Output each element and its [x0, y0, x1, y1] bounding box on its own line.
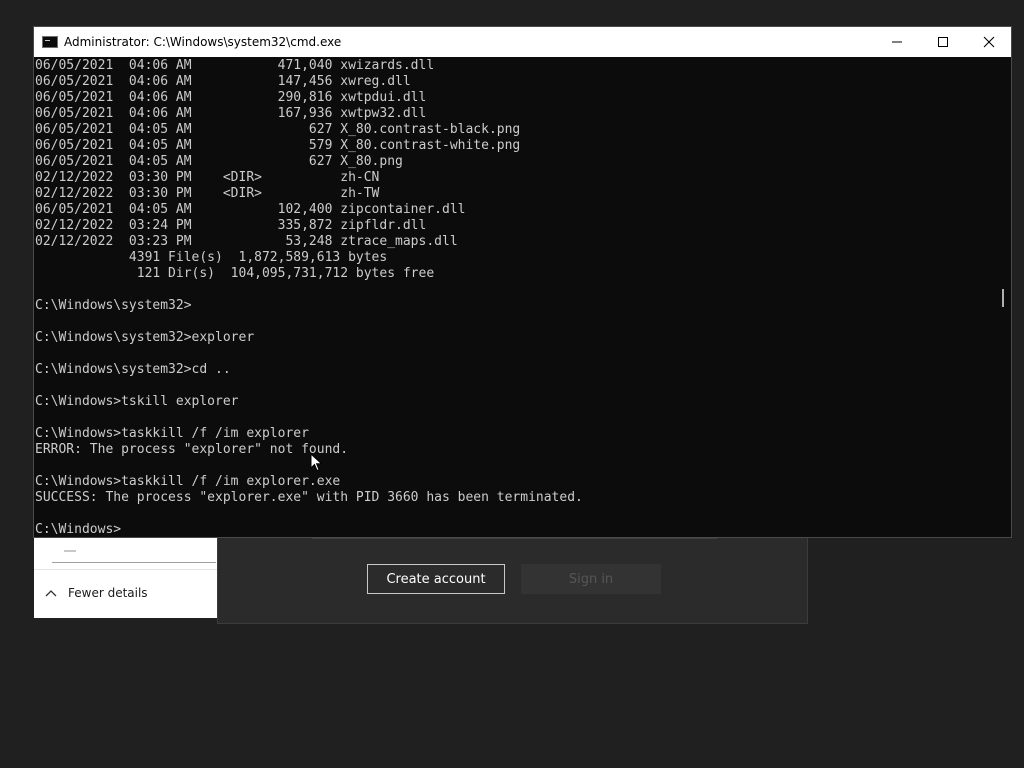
console-line: 06/05/2021 04:05 AM 627 X_80.contrast-bl…	[35, 122, 521, 137]
console-line: 06/05/2021 04:05 AM 627 X_80.png	[35, 154, 403, 169]
input-underline	[312, 538, 717, 539]
fewer-details-button[interactable]: Fewer details	[44, 586, 148, 600]
console-line: C:\Windows\system32>	[35, 298, 192, 313]
console-line: 02/12/2022 03:23 PM 53,248 ztrace_maps.d…	[35, 234, 458, 249]
console-line: 06/05/2021 04:05 AM 102,400 zipcontainer…	[35, 202, 466, 217]
maximize-icon	[938, 37, 948, 47]
console-line: C:\Windows>tskill explorer	[35, 394, 239, 409]
fewer-details-label: Fewer details	[68, 586, 148, 600]
console-line: 02/12/2022 03:24 PM 335,872 zipfldr.dll	[35, 218, 427, 233]
console-line: SUCCESS: The process "explorer.exe" with…	[35, 490, 583, 505]
title-bar[interactable]: Administrator: C:\Windows\system32\cmd.e…	[34, 27, 1011, 57]
sign-in-button[interactable]: Sign in	[521, 564, 661, 594]
console-line: 06/05/2021 04:06 AM 167,936 xwtpw32.dll	[35, 106, 427, 121]
console-line: 06/05/2021 04:06 AM 471,040 xwizards.dll	[35, 58, 435, 73]
console-line: C:\Windows>taskkill /f /im explorer	[35, 426, 309, 441]
minimize-icon	[892, 37, 902, 47]
console-line: 06/05/2021 04:06 AM 290,816 xwtpdui.dll	[35, 90, 427, 105]
horizontal-scrollbar[interactable]	[52, 562, 216, 563]
cmd-window: Administrator: C:\Windows\system32\cmd.e…	[33, 26, 1012, 538]
console-line: 06/05/2021 04:05 AM 579 X_80.contrast-wh…	[35, 138, 521, 153]
console-output[interactable]: 06/05/2021 04:06 AM 471,040 xwizards.dll…	[34, 57, 996, 537]
maximize-button[interactable]	[920, 27, 966, 57]
console-line: 06/05/2021 04:06 AM 147,456 xwreg.dll	[35, 74, 411, 89]
close-button[interactable]	[966, 27, 1012, 57]
window-title: Administrator: C:\Windows\system32\cmd.e…	[64, 35, 342, 49]
desktop: Fewer details Create account Sign in Adm…	[0, 0, 1024, 768]
mouse-cursor-icon	[310, 452, 324, 473]
list-scroll-indicator	[64, 550, 76, 552]
chevron-up-icon	[44, 588, 58, 598]
console-line: 4391 File(s) 1,872,589,613 bytes	[35, 250, 388, 265]
console-line: 02/12/2022 03:30 PM <DIR> zh-CN	[35, 170, 380, 185]
scrollbar-thumb[interactable]	[1002, 289, 1004, 307]
divider	[34, 569, 217, 570]
console-line: C:\Windows\system32>cd ..	[35, 362, 231, 377]
create-account-button[interactable]: Create account	[367, 564, 505, 594]
console-line: 02/12/2022 03:30 PM <DIR> zh-TW	[35, 186, 380, 201]
console-line: C:\Windows>	[35, 522, 122, 537]
console-line: C:\Windows>taskkill /f /im explorer.exe	[35, 474, 341, 489]
close-icon	[983, 36, 995, 48]
minimize-button[interactable]	[874, 27, 920, 57]
console-line: 121 Dir(s) 104,095,731,712 bytes free	[35, 266, 435, 281]
cmd-icon	[42, 36, 58, 48]
console-line: ERROR: The process "explorer" not found.	[35, 442, 349, 457]
console-line: C:\Windows\system32>explorer	[35, 330, 255, 345]
vertical-scrollbar[interactable]	[996, 57, 1011, 537]
